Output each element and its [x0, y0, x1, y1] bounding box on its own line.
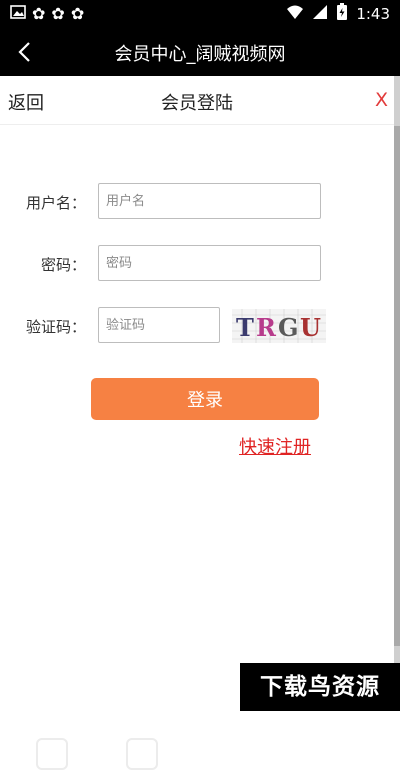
app-bar: 会员中心_阔贼视频网 [0, 28, 400, 76]
signal-icon [312, 4, 328, 24]
wifi-icon [286, 4, 304, 24]
modal-header: 返回 会员登陆 X [0, 76, 394, 125]
bug-icon: ✿ [70, 4, 85, 23]
captcha-label: 验证码： [25, 318, 86, 336]
captcha-input[interactable] [98, 307, 220, 343]
captcha-letter: T [236, 313, 254, 342]
captcha-letter: G [278, 313, 299, 342]
modal-title: 会员登陆 [161, 93, 233, 114]
notification-icons: ✿ ✿ ✿ [10, 4, 84, 24]
scrollbar-thumb[interactable] [394, 126, 400, 646]
quick-register-link[interactable]: 快速注册 [239, 433, 311, 459]
watermark-text: 下载鸟资源 [260, 674, 380, 700]
password-input[interactable] [98, 245, 321, 281]
watermark-logo: 下载鸟资源 [240, 663, 400, 711]
login-button[interactable]: 登录 [91, 378, 319, 420]
app-bar-title: 会员中心_阔贼视频网 [114, 44, 286, 65]
image-icon [10, 4, 26, 24]
bottom-tab-bar [0, 738, 240, 778]
password-label: 密码： [40, 256, 86, 274]
bug-icon: ✿ [51, 4, 65, 23]
home-icon [36, 738, 68, 770]
username-label: 用户名： [25, 194, 86, 212]
username-input[interactable] [98, 183, 321, 219]
user-icon [126, 738, 158, 770]
login-modal: 返回 会员登陆 X 用户名： 密码： 验证码： T R G [0, 76, 400, 770]
bug-icon: ✿ [32, 4, 46, 23]
captcha-letter: U [300, 313, 321, 342]
battery-charging-icon [336, 3, 348, 25]
clock-time: 1:43 [356, 5, 390, 23]
captcha-letter: R [256, 313, 277, 342]
modal-close-button[interactable]: X [375, 89, 388, 111]
status-bar: ✿ ✿ ✿ 1:43 [0, 0, 400, 28]
system-icons: 1:43 [286, 3, 390, 25]
captcha-image[interactable]: T R G U [232, 309, 326, 343]
